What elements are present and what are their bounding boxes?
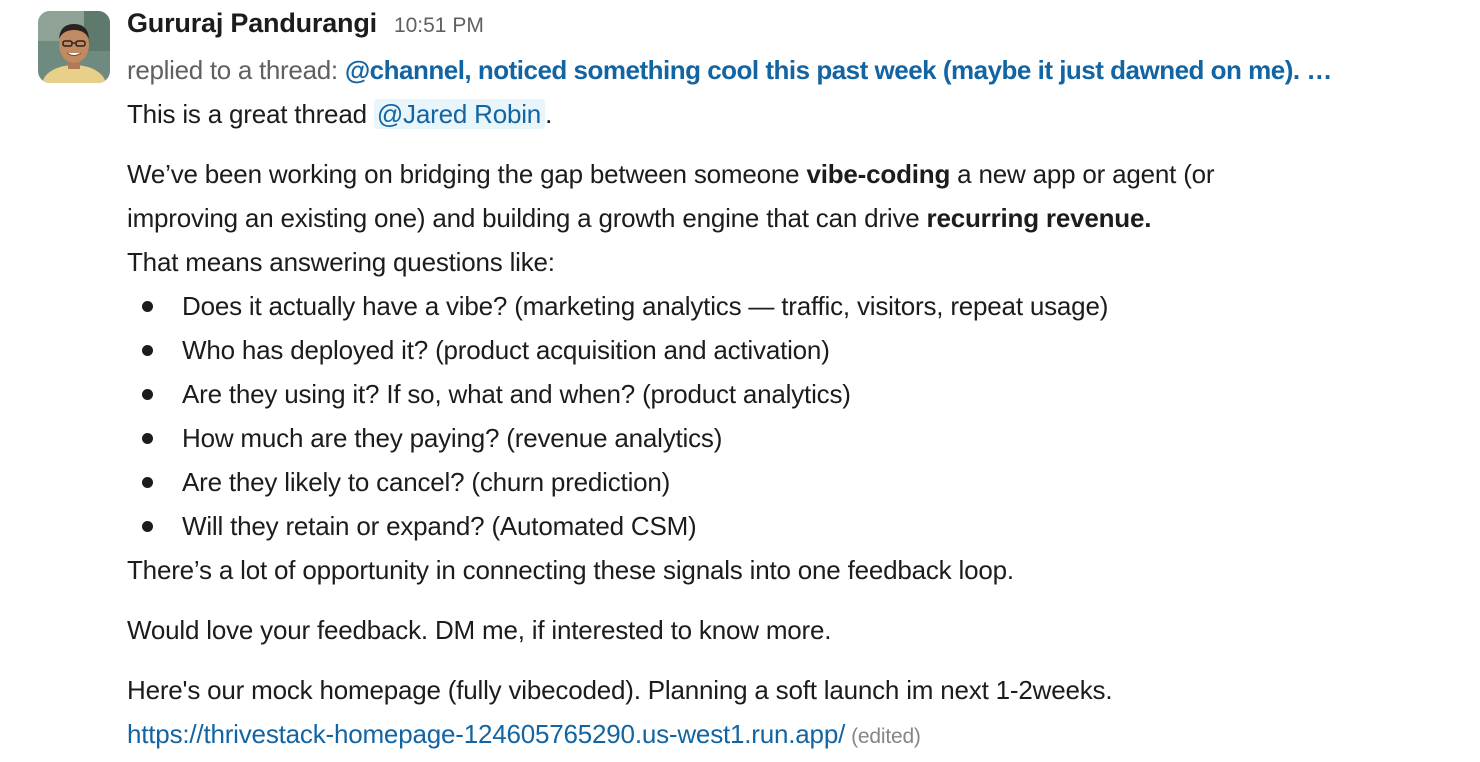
bold-text: recurring revenue.: [926, 203, 1152, 233]
bullet-icon: [142, 301, 153, 312]
message-content: Gururaj Pandurangi 10:51 PM replied to a…: [127, 8, 1472, 756]
bullet-list: Does it actually have a vibe? (marketing…: [127, 284, 1472, 548]
text-segment: a new app or agent (or: [950, 159, 1215, 189]
bullet-icon: [142, 477, 153, 488]
after-bullets-line: There’s a lot of opportunity in connecti…: [127, 555, 1014, 585]
paragraph-line-2: improving an existing one) and building …: [127, 196, 1472, 240]
list-item-text: How much are they paying? (revenue analy…: [182, 423, 723, 453]
intro-line: This is a great thread @Jared Robin.: [127, 92, 1472, 136]
list-item-text: Are they likely to cancel? (churn predic…: [182, 467, 671, 497]
message-timestamp[interactable]: 10:51 PM: [394, 14, 484, 38]
thread-reply-context: replied to a thread: @channel, noticed s…: [127, 48, 1472, 92]
bullet-icon: [142, 389, 153, 400]
list-item-text: Will they retain or expand? (Automated C…: [182, 511, 697, 541]
intro-prefix: This is a great thread: [127, 99, 374, 129]
list-item: Who has deployed it? (product acquisitio…: [127, 328, 1472, 372]
avatar[interactable]: [38, 11, 110, 83]
list-item-text: Are they using it? If so, what and when?…: [182, 379, 851, 409]
list-item-text: Who has deployed it? (product acquisitio…: [182, 335, 830, 365]
bullet-icon: [142, 521, 153, 532]
feedback-line: Would love your feedback. DM me, if inte…: [127, 615, 832, 645]
sender-name[interactable]: Gururaj Pandurangi: [127, 8, 377, 39]
list-item: Are they likely to cancel? (churn predic…: [127, 460, 1472, 504]
message-body: This is a great thread @Jared Robin. We’…: [127, 92, 1472, 756]
message: Gururaj Pandurangi 10:51 PM replied to a…: [0, 0, 1480, 762]
paragraph-line-3: That means answering questions like:: [127, 247, 555, 277]
text-segment: We’ve been working on bridging the gap b…: [127, 159, 807, 189]
bullet-icon: [142, 433, 153, 444]
list-item: Does it actually have a vibe? (marketing…: [127, 284, 1472, 328]
avatar-image: [38, 11, 110, 83]
intro-suffix: .: [545, 99, 553, 129]
message-header: Gururaj Pandurangi 10:51 PM: [127, 8, 1472, 48]
homepage-link[interactable]: https://thrivestack-homepage-12460576529…: [127, 719, 845, 749]
paragraph-line-1: We’ve been working on bridging the gap b…: [127, 152, 1472, 196]
bullet-icon: [142, 345, 153, 356]
user-mention[interactable]: @Jared Robin: [373, 99, 546, 129]
homepage-line: Here's our mock homepage (fully vibecode…: [127, 675, 1113, 705]
list-item: Are they using it? If so, what and when?…: [127, 372, 1472, 416]
reply-prefix: replied to a thread:: [127, 54, 338, 85]
list-item: Will they retain or expand? (Automated C…: [127, 504, 1472, 548]
thread-link[interactable]: @channel, noticed something cool this pa…: [345, 55, 1332, 86]
edited-label: (edited): [851, 725, 921, 748]
list-item-text: Does it actually have a vibe? (marketing…: [182, 291, 1109, 321]
list-item: How much are they paying? (revenue analy…: [127, 416, 1472, 460]
text-segment: improving an existing one) and building …: [127, 203, 927, 233]
bold-text: vibe-coding: [806, 159, 951, 189]
url-line: https://thrivestack-homepage-12460576529…: [127, 712, 1472, 756]
